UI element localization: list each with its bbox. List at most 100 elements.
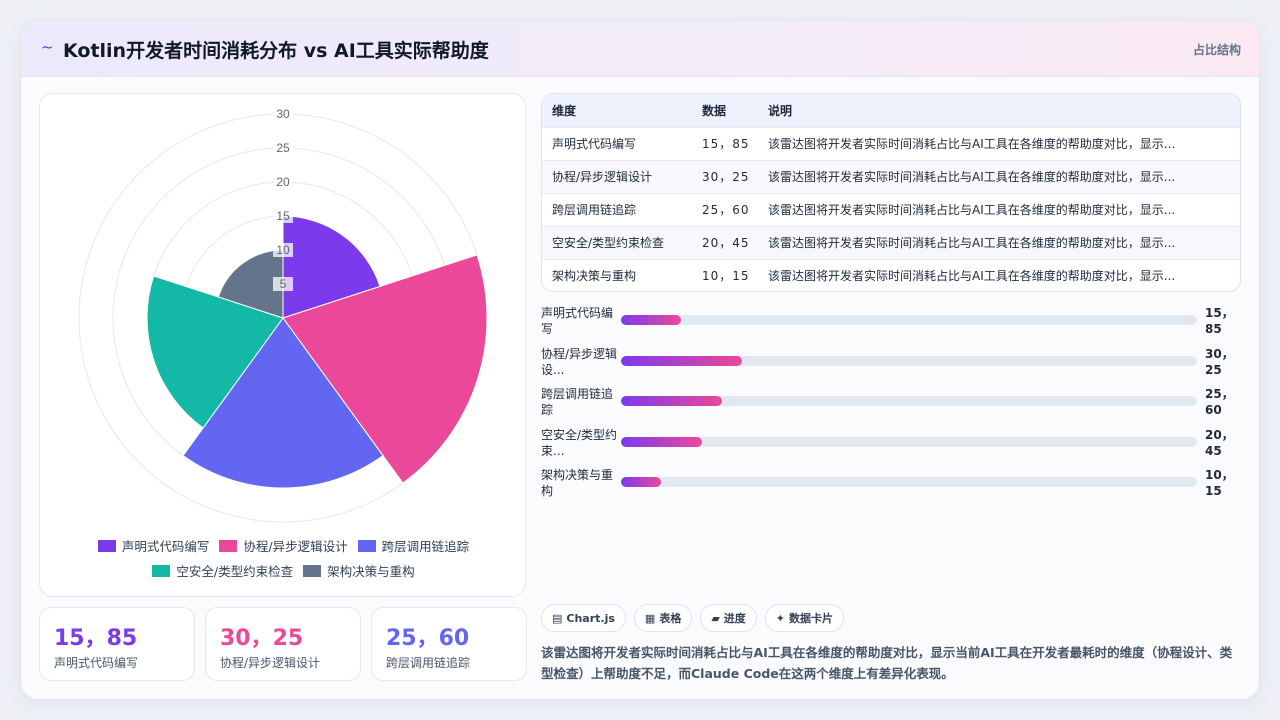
progress-track <box>621 436 1197 447</box>
progress-label: 架构决策与重构 <box>541 468 614 498</box>
column-header: 维度 <box>542 94 692 127</box>
structure-tag: 占比结构 <box>1192 43 1241 57</box>
summary-text: 该雷达图将开发者实际时间消耗占比与AI工具在各维度的帮助度对比，显示当前AI工具… <box>541 645 1233 681</box>
table-cell: 协程/异步逻辑设计 <box>542 159 692 193</box>
legend-item[interactable]: 跨层调用链追踪 <box>357 536 470 555</box>
legend-swatch <box>303 564 322 577</box>
header: ~ Kotlin开发者时间消耗分布 vs AI工具实际帮助度 占比结构 <box>21 21 1259 77</box>
kpi-card[interactable]: 25，60 跨层调用链追踪 <box>371 607 527 681</box>
column-header: 说明 <box>758 94 1240 127</box>
legend-label: 架构决策与重构 <box>327 564 415 579</box>
legend-item[interactable]: 架构决策与重构 <box>303 561 415 580</box>
view-tabs: ▤ Chart.js ▦ 表格 ▰ 进度 ✦ 数据卡片 <box>541 604 845 632</box>
chart-icon: ▤ <box>552 611 563 625</box>
legend-item[interactable]: 空安全/类型约束检查 <box>152 561 293 580</box>
tab-label: Chart.js <box>566 611 615 625</box>
polar-area-chart: 5 10 15 20 25 30 <box>78 107 488 523</box>
table-cell: 声明式代码编写 <box>542 126 692 160</box>
legend-label: 跨层调用链追踪 <box>381 539 470 554</box>
progress-label: 空安全/类型约束... <box>541 427 618 458</box>
progress-track <box>621 355 1197 366</box>
legend-label: 协程/异步逻辑设计 <box>243 539 348 554</box>
progress-row: 声明式代码编写 15，85 <box>541 305 1241 346</box>
legend-swatch <box>357 539 376 552</box>
progress-label: 跨层调用链追踪 <box>541 387 614 417</box>
table-cell: 该雷达图将开发者实际时间消耗占比与AI工具在各维度的帮助度对比，显示... <box>758 258 1240 291</box>
table-cell: 该雷达图将开发者实际时间消耗占比与AI工具在各维度的帮助度对比，显示... <box>758 126 1240 160</box>
table-cell: 架构决策与重构 <box>542 258 692 291</box>
progress-fill <box>621 315 682 325</box>
table-row[interactable]: 空安全/类型约束检查 20，45 该雷达图将开发者实际时间消耗占比与AI工具在各维度… <box>542 225 1240 259</box>
progress-bars: 声明式代码编写 15，85 协程/异步逻辑设... 30，25 跨层调用链追踪 25，60… <box>541 305 1241 508</box>
progress-track <box>621 315 1197 325</box>
tab-progress[interactable]: ▰ 进度 <box>700 604 757 632</box>
legend-item[interactable]: 声明式代码编写 <box>97 536 210 555</box>
kpi-card[interactable]: 30，25 协程/异步逻辑设计 <box>205 607 361 681</box>
legend-swatch <box>97 539 116 552</box>
progress-fill <box>621 396 722 406</box>
legend-row: 声明式代码编写 协程/异步逻辑设计 跨层调用链追踪 <box>40 536 527 555</box>
table-cell: 30，25 <box>692 159 758 193</box>
kpi-label: 声明式代码编写 <box>54 656 139 670</box>
page-title: Kotlin开发者时间消耗分布 vs AI工具实际帮助度 <box>63 40 489 62</box>
progress-value: 15，85 <box>1205 306 1234 336</box>
progress-row: 空安全/类型约束... 20，45 <box>541 427 1241 468</box>
table-row[interactable]: 声明式代码编写 15，85 该雷达图将开发者实际时间消耗占比与AI工具在各维度的帮助… <box>542 126 1240 160</box>
legend-row: 空安全/类型约束检查 架构决策与重构 <box>40 561 527 580</box>
legend-item[interactable]: 协程/异步逻辑设计 <box>219 536 348 555</box>
progress-track <box>621 477 1197 487</box>
progress-value: 25，60 <box>1205 387 1234 417</box>
data-table: 维度 数据 说明 声明式代码编写 15，85 该雷达图将开发者实际时间消耗占比与AI… <box>541 93 1241 292</box>
legend-swatch <box>219 539 238 552</box>
kpi-value: 30，25 <box>220 626 304 651</box>
tab-label: 表格 <box>659 612 682 625</box>
table-cell: 该雷达图将开发者实际时间消耗占比与AI工具在各维度的帮助度对比，显示... <box>758 192 1240 226</box>
kpi-label: 协程/异步逻辑设计 <box>220 656 321 670</box>
radial-tick-label: 30 <box>276 107 290 121</box>
table-cell: 该雷达图将开发者实际时间消耗占比与AI工具在各维度的帮助度对比，显示... <box>758 225 1240 259</box>
dashboard-card: ~ Kotlin开发者时间消耗分布 vs AI工具实际帮助度 占比结构 5 10 1… <box>20 20 1260 700</box>
tab-chartjs[interactable]: ▤ Chart.js <box>541 604 626 632</box>
radial-tick-label: 15 <box>276 209 290 223</box>
sparkle-icon: ✦ <box>775 611 786 625</box>
kpi-cards: 15，85 声明式代码编写 30，25 协程/异步逻辑设计 25，60 跨层调用链追踪 <box>39 607 527 681</box>
progress-label: 声明式代码编写 <box>541 306 614 336</box>
table-icon: ▦ <box>644 611 656 625</box>
radial-tick-label: 5 <box>280 277 287 291</box>
table-row[interactable]: 架构决策与重构 10，15 该雷达图将开发者实际时间消耗占比与AI工具在各维度的帮助… <box>542 258 1240 291</box>
radial-tick-label: 25 <box>276 141 290 155</box>
table-header-row: 维度 数据 说明 <box>542 94 1240 127</box>
progress-fill <box>621 355 742 366</box>
table-row[interactable]: 跨层调用链追踪 25，60 该雷达图将开发者实际时间消耗占比与AI工具在各维度的帮助… <box>542 192 1240 226</box>
kpi-value: 25，60 <box>386 626 470 651</box>
progress-row: 协程/异步逻辑设... 30，25 <box>541 346 1241 387</box>
progress-value: 30，25 <box>1205 346 1234 377</box>
table-cell: 25，60 <box>692 192 758 226</box>
progress-fill <box>621 477 662 487</box>
logo-icon: ~ <box>41 38 54 56</box>
table-cell: 20，45 <box>692 225 758 259</box>
progress-row: 架构决策与重构 10，15 <box>541 467 1241 508</box>
tab-label: 数据卡片 <box>789 612 834 625</box>
chart-legend: 声明式代码编写 协程/异步逻辑设计 跨层调用链追踪空安全/类型约束检查 架构决策与重构 <box>40 536 527 586</box>
table-cell: 空安全/类型约束检查 <box>542 225 692 259</box>
tab-table[interactable]: ▦ 表格 <box>633 604 693 632</box>
legend-label: 声明式代码编写 <box>121 539 210 554</box>
progress-label: 协程/异步逻辑设... <box>541 346 618 377</box>
table-cell: 该雷达图将开发者实际时间消耗占比与AI工具在各维度的帮助度对比，显示... <box>758 159 1240 193</box>
kpi-card[interactable]: 15，85 声明式代码编写 <box>39 607 195 681</box>
tab-data-cards[interactable]: ✦ 数据卡片 <box>764 604 845 632</box>
legend-label: 空安全/类型约束检查 <box>176 564 294 579</box>
table-cell: 10，15 <box>692 258 758 291</box>
progress-fill <box>621 436 702 447</box>
progress-track <box>621 396 1197 406</box>
kpi-label: 跨层调用链追踪 <box>386 656 471 670</box>
polar-chart-panel: 5 10 15 20 25 30 声明式代码编写 协程/异步逻辑设计 跨层调用链追踪 空安全/类… <box>39 93 526 597</box>
radial-tick-label: 10 <box>276 243 290 257</box>
tab-label: 进度 <box>723 612 746 625</box>
table-cell: 15，85 <box>692 126 758 160</box>
progress-value: 20，45 <box>1205 427 1234 458</box>
table-row[interactable]: 协程/异步逻辑设计 30，25 该雷达图将开发者实际时间消耗占比与AI工具在各维度的… <box>542 159 1240 193</box>
column-header: 数据 <box>692 94 758 127</box>
kpi-value: 15，85 <box>54 626 138 651</box>
